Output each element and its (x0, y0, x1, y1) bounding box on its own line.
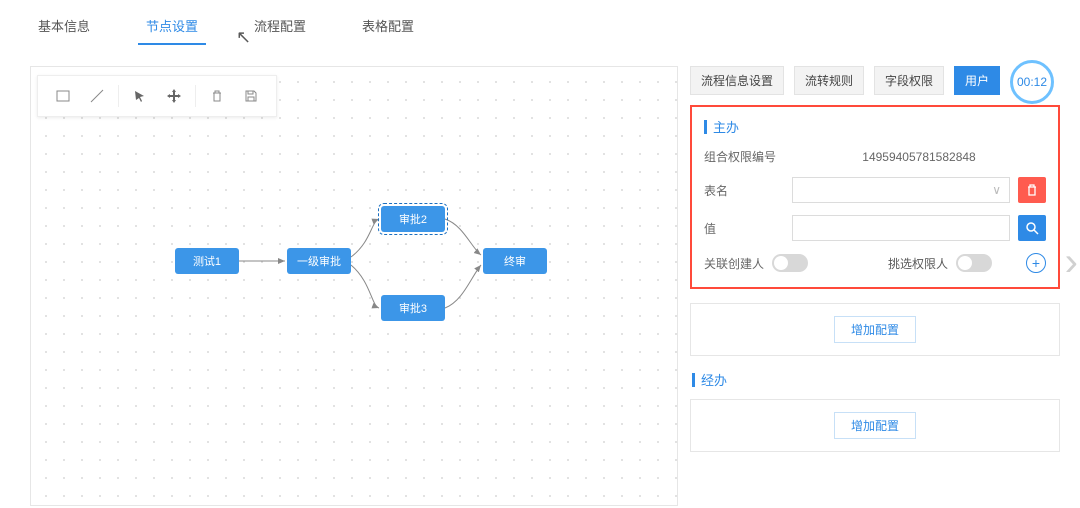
flow-canvas[interactable]: 测试1 一级审批 审批2 审批3 终审 (30, 66, 678, 506)
rtab-flowinfo[interactable]: 流程信息设置 (690, 66, 784, 95)
zhuban-title: 主办 (704, 117, 1046, 136)
pointer-cursor-icon: ↖ (236, 28, 251, 46)
jingban-title: 经办 (692, 370, 1060, 389)
add-button[interactable]: + (1026, 253, 1046, 273)
tool-move[interactable] (157, 82, 191, 110)
tab-table[interactable]: 表格配置 (354, 10, 422, 45)
rtab-user[interactable]: 用户 (954, 66, 1000, 95)
delete-button[interactable] (1018, 177, 1046, 203)
node-test1[interactable]: 测试1 (175, 248, 239, 274)
add-config-jingban[interactable]: 增加配置 (834, 412, 916, 439)
value-input[interactable] (792, 215, 1010, 241)
node-level1[interactable]: 一级审批 (287, 248, 351, 274)
table-name-select[interactable]: ∨ (792, 177, 1010, 203)
value-label: 值 (704, 220, 784, 237)
zhuban-card: 主办 组合权限编号 14959405781582848 表名 ∨ 值 关联创建人… (690, 105, 1060, 289)
rtab-rules[interactable]: 流转规则 (794, 66, 864, 95)
flow-edges (31, 67, 677, 505)
jingban-add-card: 增加配置 (690, 399, 1060, 452)
node-final[interactable]: 终审 (483, 248, 547, 274)
timer-badge: 00:12 (1010, 60, 1054, 104)
node-approve3[interactable]: 审批3 (381, 295, 445, 321)
comb-perm-label: 组合权限编号 (704, 148, 784, 165)
node-approve2[interactable]: 审批2 (381, 206, 445, 232)
zhuban-add-card: 增加配置 (690, 303, 1060, 356)
tool-save[interactable] (234, 82, 268, 110)
canvas-toolbar (37, 75, 277, 117)
rtab-fieldperm[interactable]: 字段权限 (874, 66, 944, 95)
tool-delete[interactable] (200, 82, 234, 110)
pick-perm-label: 挑选权限人 (888, 255, 948, 272)
next-chevron-icon[interactable]: › (1065, 240, 1078, 285)
search-button[interactable] (1018, 215, 1046, 241)
right-panel: 流程信息设置 流转规则 字段权限 用户 主办 组合权限编号 1495940578… (690, 66, 1060, 506)
table-name-label: 表名 (704, 182, 784, 199)
link-creator-label: 关联创建人 (704, 255, 764, 272)
chevron-down-icon: ∨ (992, 183, 1001, 197)
tab-basic[interactable]: 基本信息 (30, 10, 98, 45)
tool-select[interactable] (123, 82, 157, 110)
tab-flow[interactable]: 流程配置 (246, 10, 314, 45)
tab-node[interactable]: 节点设置 (138, 10, 206, 45)
link-creator-toggle[interactable] (772, 254, 808, 272)
add-config-zhuban[interactable]: 增加配置 (834, 316, 916, 343)
comb-perm-value: 14959405781582848 (792, 150, 1046, 164)
tool-rect[interactable] (46, 82, 80, 110)
pick-perm-toggle[interactable] (956, 254, 992, 272)
tool-line[interactable] (80, 82, 114, 110)
